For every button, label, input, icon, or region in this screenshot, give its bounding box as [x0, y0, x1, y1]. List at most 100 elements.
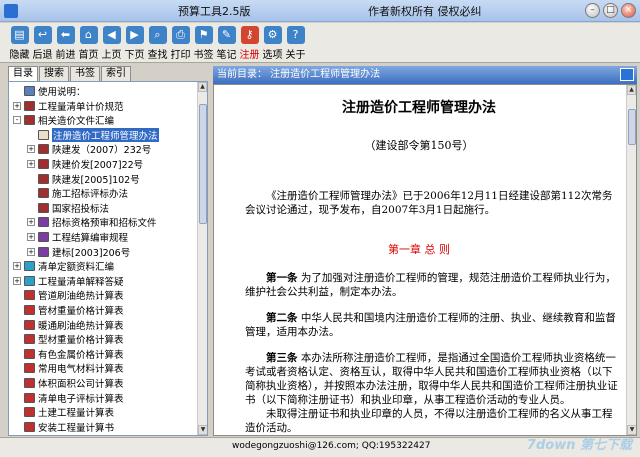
- toolbar-button-3[interactable]: ⬅ 前进: [54, 23, 77, 62]
- book-icon: [24, 407, 35, 418]
- toolbar-button-10[interactable]: ✎ 笔记: [215, 23, 238, 62]
- toolbar-button-11[interactable]: ⚷ 注册: [238, 23, 261, 62]
- tree-item[interactable]: + 陕建发（2007）232号: [27, 142, 151, 156]
- tree-item[interactable]: + 建标[2003]206号: [27, 245, 130, 259]
- scroll-thumb[interactable]: [628, 109, 636, 145]
- tab-3[interactable]: 书签: [70, 66, 100, 81]
- tab-4[interactable]: 索引: [101, 66, 131, 81]
- tree-item[interactable]: + 工程结算编审规程: [27, 230, 128, 244]
- article-3: 第三条 本办法所称注册造价工程师，是指通过全国造价工程师执业资格统一考试或者资格…: [245, 351, 619, 407]
- scroll-thumb[interactable]: [199, 104, 207, 224]
- close-button[interactable]: ×: [621, 3, 636, 18]
- tree-item[interactable]: + 工程量清单解释答疑: [13, 274, 124, 288]
- toolbar-button-5[interactable]: ◀ 上页: [100, 23, 123, 62]
- expand-icon[interactable]: +: [13, 276, 21, 285]
- book-icon: [24, 392, 35, 403]
- book-icon: [24, 334, 35, 345]
- tree-scrollbar[interactable]: ▲ ▼: [197, 82, 207, 435]
- toolbar-button-label: 隐藏: [9, 50, 30, 61]
- expand-icon[interactable]: +: [27, 247, 35, 256]
- toolbar-button-13[interactable]: ? 关于: [284, 23, 307, 62]
- tab-2[interactable]: 搜索: [39, 66, 69, 81]
- tree-item[interactable]: + 陕建价发[2007]22号: [27, 157, 143, 171]
- tree-item[interactable]: 常用电气材料计算表: [13, 361, 124, 375]
- tree-item[interactable]: 施工招标评标办法: [27, 186, 128, 200]
- tree-item[interactable]: 管材重量价格计算表: [13, 303, 124, 317]
- tree-item[interactable]: 陕建发[2005]102号: [27, 172, 140, 186]
- content-panel: 当前目录： 注册造价工程师管理办法 注册造价工程师管理办法 （建设部令第150号…: [213, 66, 637, 436]
- note-icon: ✎: [217, 26, 236, 44]
- tree-item[interactable]: 暖通刷油绝热计算表: [13, 318, 124, 332]
- options-icon: ⚙: [263, 26, 282, 44]
- scroll-down-arrow[interactable]: ▼: [198, 425, 207, 435]
- tree-item-label: 常用电气材料计算表: [38, 364, 124, 376]
- scroll-up-arrow[interactable]: ▲: [198, 82, 207, 92]
- toolbar-button-9[interactable]: ⚑ 书签: [192, 23, 215, 62]
- book-icon: [38, 188, 49, 199]
- tree-item-label: 施工招标评标办法: [52, 189, 129, 201]
- toolbar-button-6[interactable]: ▶ 下页: [123, 23, 146, 62]
- tree-item[interactable]: 使用说明：: [13, 84, 86, 98]
- prev-page-icon: ◀: [102, 26, 121, 44]
- maximize-button[interactable]: □: [603, 3, 618, 18]
- article-number: 第二条: [266, 312, 298, 324]
- tree-item-label: 有色金属价格计算表: [38, 349, 124, 361]
- toolbar-button-12[interactable]: ⚙ 选项: [261, 23, 284, 62]
- document-scrollbar[interactable]: ▲ ▼: [626, 85, 636, 435]
- toolbar-button-label: 选项: [262, 50, 283, 61]
- collapse-icon[interactable]: -: [13, 116, 21, 125]
- tree-item[interactable]: 注册造价工程师管理办法: [27, 127, 159, 142]
- tree-item[interactable]: + 工程量清单计价规范: [13, 99, 124, 113]
- intro-paragraph: 《注册造价工程师管理办法》已于2006年12月11日经建设部第112次常务会议讨…: [245, 190, 613, 216]
- tree-item[interactable]: - 相关造价文件汇编: [13, 113, 114, 127]
- toolbar-button-4[interactable]: ⌂ 首页: [77, 23, 100, 62]
- tree-item[interactable]: 体积面积公司计算表: [13, 376, 124, 390]
- toolbar-button-1[interactable]: ▤ 隐藏: [8, 23, 31, 62]
- tree-item[interactable]: 管道刷油绝热计算表: [13, 288, 124, 302]
- tree-item-label: 招标资格预审和招标文件: [52, 218, 157, 230]
- contents-tree: ▲ ▼ 使用说明： + 工程量清单计价规范 - 相关造价文件汇编 注册造价工程师管理办法 +…: [8, 81, 208, 436]
- tree-item-label: 建标[2003]206号: [52, 247, 131, 259]
- book-icon: [24, 275, 35, 286]
- book-icon: [24, 421, 35, 432]
- tree-item[interactable]: 有色金属价格计算表: [13, 347, 124, 361]
- scroll-up-arrow[interactable]: ▲: [627, 85, 636, 95]
- monitor-icon[interactable]: [620, 68, 634, 81]
- tree-item[interactable]: 型材重量价格计算表: [13, 332, 124, 346]
- toolbar-button-7[interactable]: ⌕ 查找: [146, 23, 169, 62]
- toolbar: ▤ 隐藏 ↩ 后退 ⬅ 前进 ⌂ 首页 ◀ 上页 ▶ 下页 ⌕ 查找 ⎙ 打印 ⚑ 书签 ✎ 笔记 ⚷ 注册 ⚙ 选项? 关于: [0, 23, 640, 63]
- book-icon: [38, 217, 49, 228]
- tree-item[interactable]: + 招标资格预审和招标文件: [27, 215, 157, 229]
- minimize-button[interactable]: –: [585, 3, 600, 18]
- expand-icon[interactable]: +: [27, 218, 35, 227]
- left-panel: 目录 搜索 书签 索引 ▲ ▼ 使用说明： + 工程量清单计价规范 - 相关造价文件汇编 注册造…: [8, 66, 208, 436]
- tree-item[interactable]: 国家招投标法: [27, 201, 109, 215]
- toolbar-button-2[interactable]: ↩ 后退: [31, 23, 54, 62]
- tree-item-label: 管材重量价格计算表: [38, 306, 124, 317]
- book-icon: [38, 246, 49, 257]
- tree-item[interactable]: 安装工程量计算书: [13, 420, 114, 434]
- last-paragraph: 未取得注册证书和执业印章的人员，不得以注册造价工程师的名义从事工程造价活动。: [245, 408, 613, 434]
- book-icon: [24, 261, 35, 272]
- book-icon: [38, 202, 49, 213]
- expand-icon[interactable]: +: [27, 160, 35, 168]
- expand-icon[interactable]: +: [13, 262, 21, 271]
- tree-item[interactable]: + 清单定额资料汇编: [13, 259, 114, 273]
- expand-icon[interactable]: +: [13, 101, 21, 110]
- expand-icon[interactable]: +: [27, 145, 35, 154]
- book-icon: [24, 305, 35, 315]
- title-bar: 预算工具2.5版 作者新权所有 侵权必纠 – □ ×: [0, 0, 640, 22]
- next-page-icon: ▶: [125, 26, 144, 44]
- book-icon: [38, 173, 49, 184]
- tree-item[interactable]: 土建工程量计算表: [13, 405, 114, 419]
- toolbar-button-label: 查找: [147, 50, 168, 61]
- tab-1[interactable]: 目录: [8, 66, 38, 81]
- tree-item[interactable]: 清单电子评标计算表: [13, 391, 124, 405]
- toolbar-button-8[interactable]: ⎙ 打印: [169, 23, 192, 62]
- tree-item-label: 相关造价文件汇编: [38, 116, 115, 128]
- expand-icon[interactable]: +: [27, 233, 35, 241]
- book-icon: [24, 290, 35, 301]
- toolbar-button-label: 后退: [32, 50, 53, 61]
- bookmark-icon: ⚑: [194, 26, 213, 44]
- tree-item-label: 使用说明：: [38, 87, 86, 98]
